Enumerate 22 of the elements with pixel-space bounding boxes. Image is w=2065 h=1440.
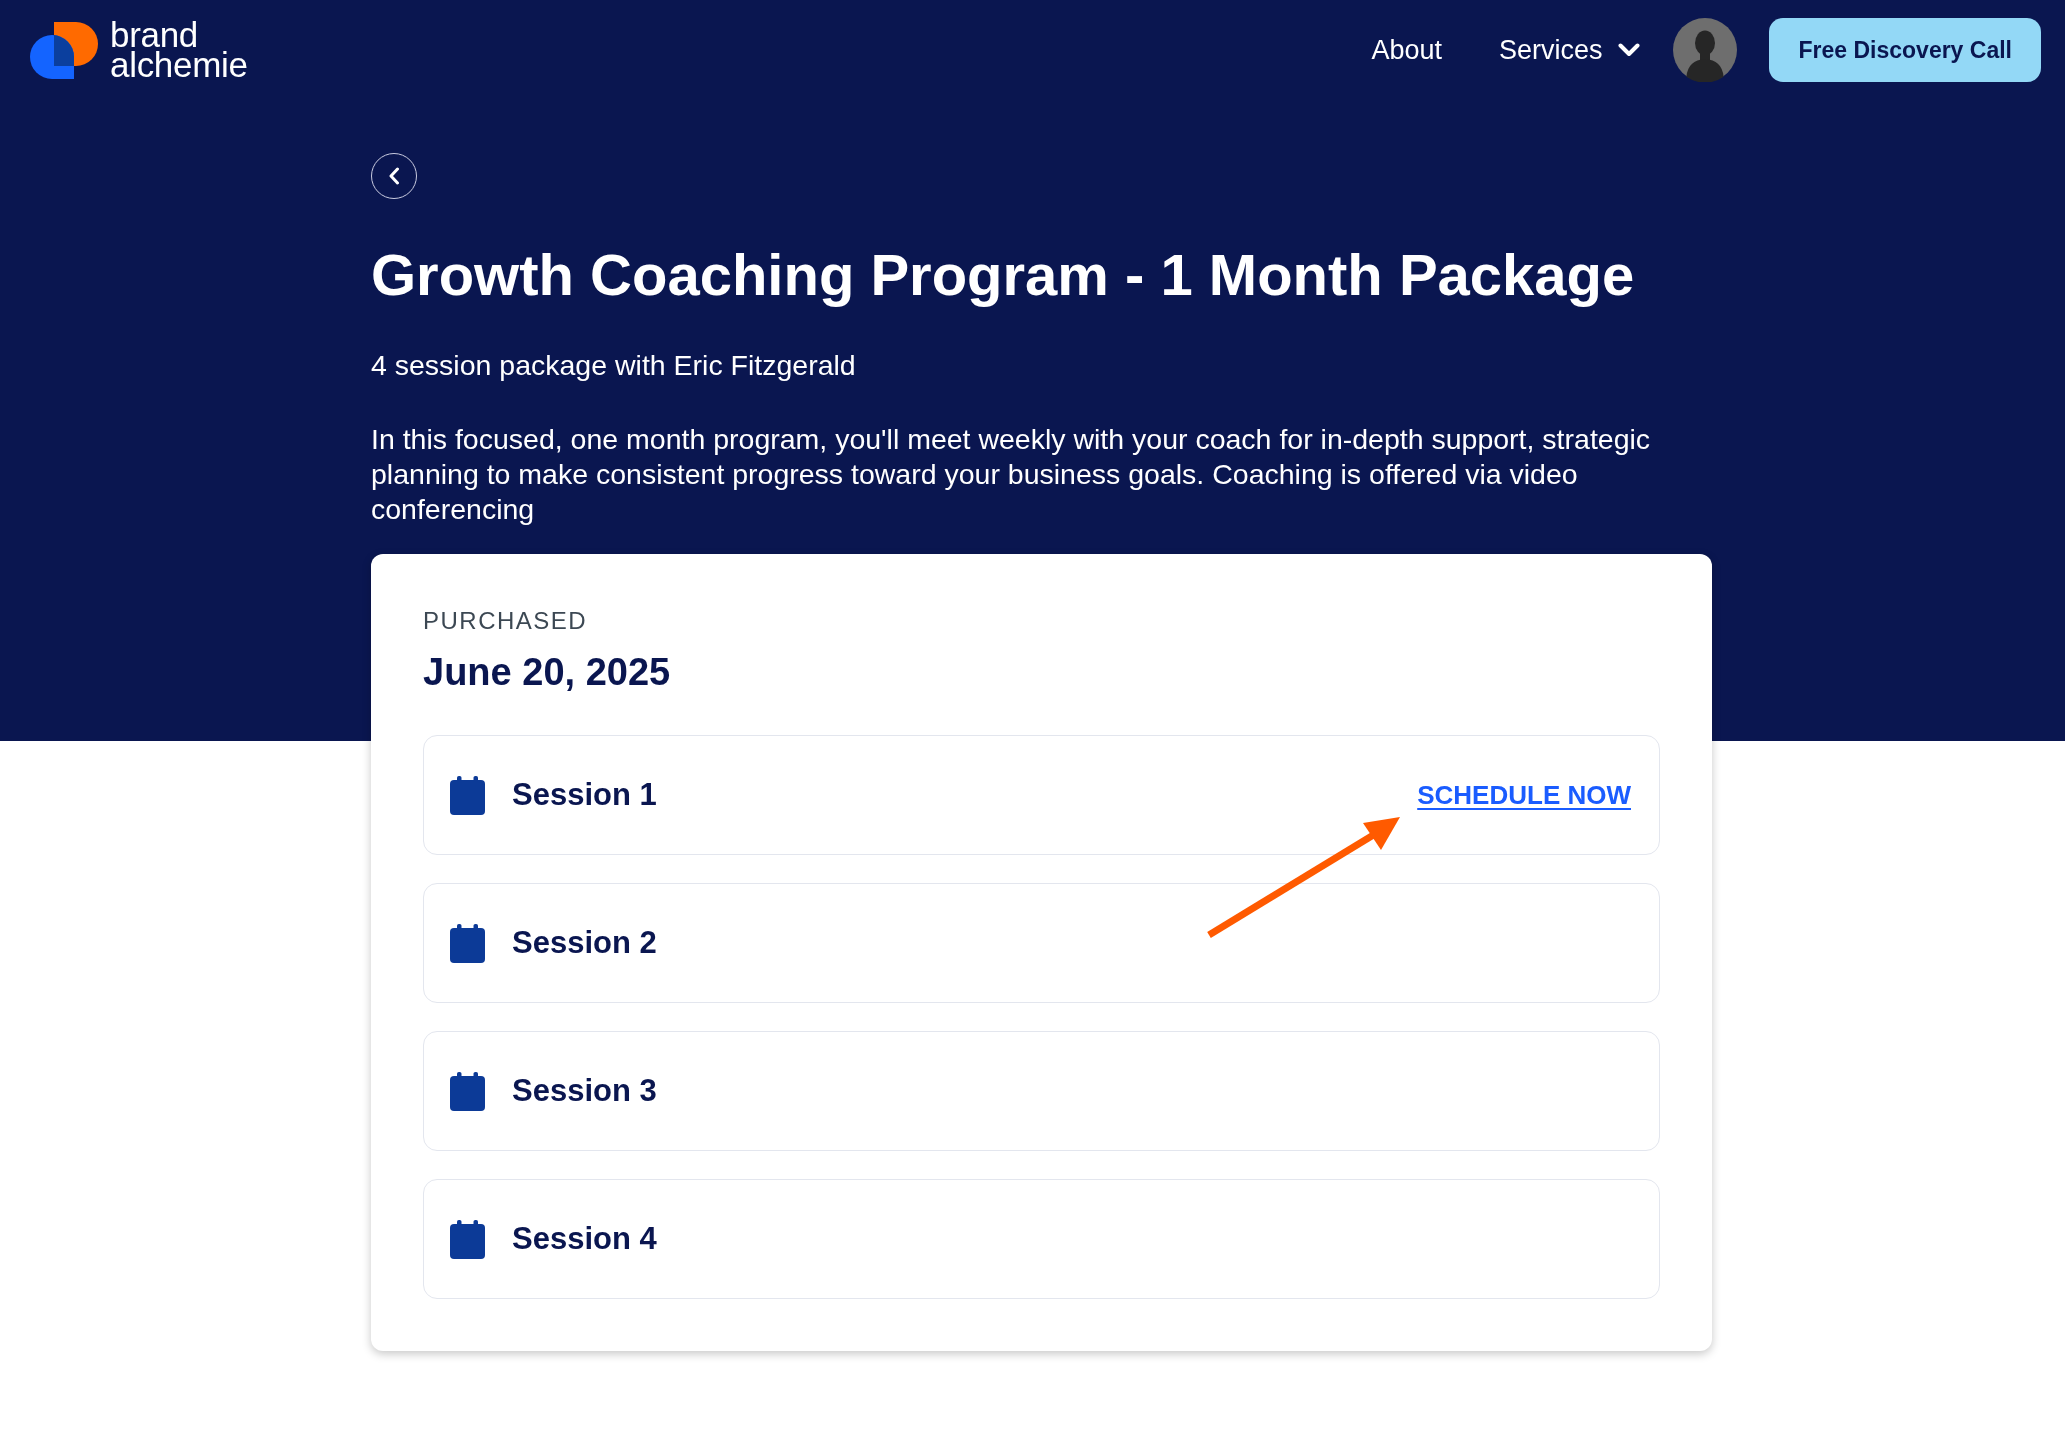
program-title: Growth Coaching Program - 1 Month Package xyxy=(371,241,1636,309)
session-title: Session 4 xyxy=(512,1219,657,1258)
session-title: Session 1 xyxy=(512,775,657,814)
purchased-label: PURCHASED xyxy=(423,606,589,636)
calendar-icon xyxy=(450,775,485,815)
schedule-now-link[interactable]: SCHEDULE NOW xyxy=(1417,775,1631,815)
purchase-date: June 20, 2025 xyxy=(423,650,672,694)
nav-link[interactable]: About xyxy=(1371,29,1442,71)
program-description: In this focused, one month program, you'll meet weekly with your coach for in-depth support, strategic planning to make consistent progress toward your business goals. Coaching is offered via video conferencing xyxy=(371,422,1652,527)
session-title: Session 2 xyxy=(512,923,657,962)
logo-mark-icon xyxy=(28,20,98,80)
nav-dropdown[interactable]: Services xyxy=(1498,29,1641,71)
calendar-icon xyxy=(450,1219,485,1259)
free-discovery-call-button[interactable]: Free Discovery Call xyxy=(1769,18,2041,82)
avatar-silhouette-icon[interactable] xyxy=(1673,18,1738,82)
logo-wordmark: brand alchemie xyxy=(110,20,248,80)
program-subtitle: 4 session package with Eric Fitzgerald xyxy=(371,348,857,383)
calendar-icon xyxy=(450,1071,485,1111)
session-title: Session 3 xyxy=(512,1071,657,1110)
chevron-left-icon xyxy=(388,167,400,185)
calendar-icon xyxy=(450,923,485,963)
chevron-down-icon xyxy=(1618,43,1641,57)
